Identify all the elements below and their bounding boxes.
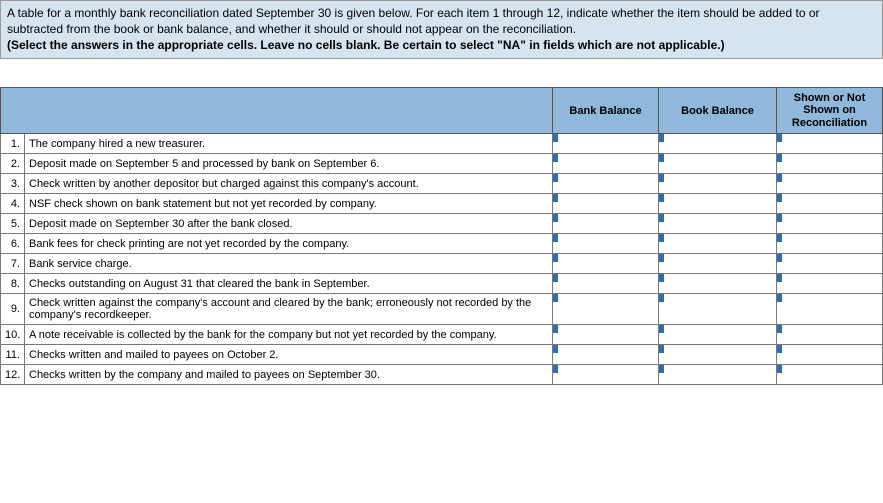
book-balance-cell[interactable] — [659, 214, 777, 234]
row-number: 8. — [1, 274, 25, 294]
row-description: Check written by another depositor but c… — [25, 174, 553, 194]
bank-balance-cell[interactable] — [553, 134, 659, 154]
table-row: 7.Bank service charge. — [1, 254, 883, 274]
shown-cell[interactable] — [777, 154, 883, 174]
row-number: 9. — [1, 294, 25, 325]
table-row: 10.A note receivable is collected by the… — [1, 325, 883, 345]
row-number: 11. — [1, 345, 25, 365]
shown-cell[interactable] — [777, 214, 883, 234]
row-number: 10. — [1, 325, 25, 345]
table-header-row: Bank Balance Book Balance Shown or Not S… — [1, 87, 883, 134]
bank-balance-cell[interactable] — [553, 174, 659, 194]
book-balance-cell[interactable] — [659, 134, 777, 154]
book-balance-cell[interactable] — [659, 154, 777, 174]
row-description: NSF check shown on bank statement but no… — [25, 194, 553, 214]
table-row: 3.Check written by another depositor but… — [1, 174, 883, 194]
row-number: 3. — [1, 174, 25, 194]
bank-balance-cell[interactable] — [553, 325, 659, 345]
row-description: A note receivable is collected by the ba… — [25, 325, 553, 345]
row-number: 5. — [1, 214, 25, 234]
book-balance-cell[interactable] — [659, 294, 777, 325]
bank-balance-cell[interactable] — [553, 154, 659, 174]
bank-balance-cell[interactable] — [553, 214, 659, 234]
instructions-bold: (Select the answers in the appropriate c… — [7, 38, 725, 52]
row-number: 1. — [1, 134, 25, 154]
book-balance-cell[interactable] — [659, 174, 777, 194]
row-description: Checks outstanding on August 31 that cle… — [25, 274, 553, 294]
bank-balance-cell[interactable] — [553, 365, 659, 385]
row-description: Bank fees for check printing are not yet… — [25, 234, 553, 254]
bank-balance-cell[interactable] — [553, 294, 659, 325]
table-row: 11.Checks written and mailed to payees o… — [1, 345, 883, 365]
bank-balance-cell[interactable] — [553, 254, 659, 274]
book-balance-cell[interactable] — [659, 345, 777, 365]
shown-cell[interactable] — [777, 325, 883, 345]
bank-balance-cell[interactable] — [553, 274, 659, 294]
book-balance-cell[interactable] — [659, 325, 777, 345]
row-description: Deposit made on September 5 and processe… — [25, 154, 553, 174]
shown-cell[interactable] — [777, 234, 883, 254]
shown-cell[interactable] — [777, 345, 883, 365]
row-description: Check written against the company's acco… — [25, 294, 553, 325]
table-row: 5.Deposit made on September 30 after the… — [1, 214, 883, 234]
row-description: Checks written by the company and mailed… — [25, 365, 553, 385]
header-blank — [1, 87, 553, 134]
row-description: Bank service charge. — [25, 254, 553, 274]
row-number: 4. — [1, 194, 25, 214]
row-description: Deposit made on September 30 after the b… — [25, 214, 553, 234]
row-number: 2. — [1, 154, 25, 174]
row-number: 7. — [1, 254, 25, 274]
shown-cell[interactable] — [777, 254, 883, 274]
shown-cell[interactable] — [777, 194, 883, 214]
header-book-balance: Book Balance — [659, 87, 777, 134]
book-balance-cell[interactable] — [659, 254, 777, 274]
table-row: 1.The company hired a new treasurer. — [1, 134, 883, 154]
book-balance-cell[interactable] — [659, 274, 777, 294]
book-balance-cell[interactable] — [659, 194, 777, 214]
instructions-text: A table for a monthly bank reconciliatio… — [7, 6, 820, 36]
row-number: 12. — [1, 365, 25, 385]
book-balance-cell[interactable] — [659, 365, 777, 385]
shown-cell[interactable] — [777, 365, 883, 385]
spacer — [0, 59, 883, 87]
table-row: 9.Check written against the company's ac… — [1, 294, 883, 325]
row-number: 6. — [1, 234, 25, 254]
bank-balance-cell[interactable] — [553, 345, 659, 365]
shown-cell[interactable] — [777, 174, 883, 194]
table-row: 6.Bank fees for check printing are not y… — [1, 234, 883, 254]
shown-cell[interactable] — [777, 274, 883, 294]
table-row: 12.Checks written by the company and mai… — [1, 365, 883, 385]
instructions-panel: A table for a monthly bank reconciliatio… — [0, 0, 883, 59]
table-row: 8.Checks outstanding on August 31 that c… — [1, 274, 883, 294]
reconciliation-table: Bank Balance Book Balance Shown or Not S… — [0, 87, 883, 386]
bank-balance-cell[interactable] — [553, 194, 659, 214]
row-description: The company hired a new treasurer. — [25, 134, 553, 154]
header-shown: Shown or Not Shown on Reconciliation — [777, 87, 883, 134]
book-balance-cell[interactable] — [659, 234, 777, 254]
header-bank-balance: Bank Balance — [553, 87, 659, 134]
shown-cell[interactable] — [777, 134, 883, 154]
bank-balance-cell[interactable] — [553, 234, 659, 254]
shown-cell[interactable] — [777, 294, 883, 325]
row-description: Checks written and mailed to payees on O… — [25, 345, 553, 365]
table-row: 2.Deposit made on September 5 and proces… — [1, 154, 883, 174]
table-row: 4.NSF check shown on bank statement but … — [1, 194, 883, 214]
